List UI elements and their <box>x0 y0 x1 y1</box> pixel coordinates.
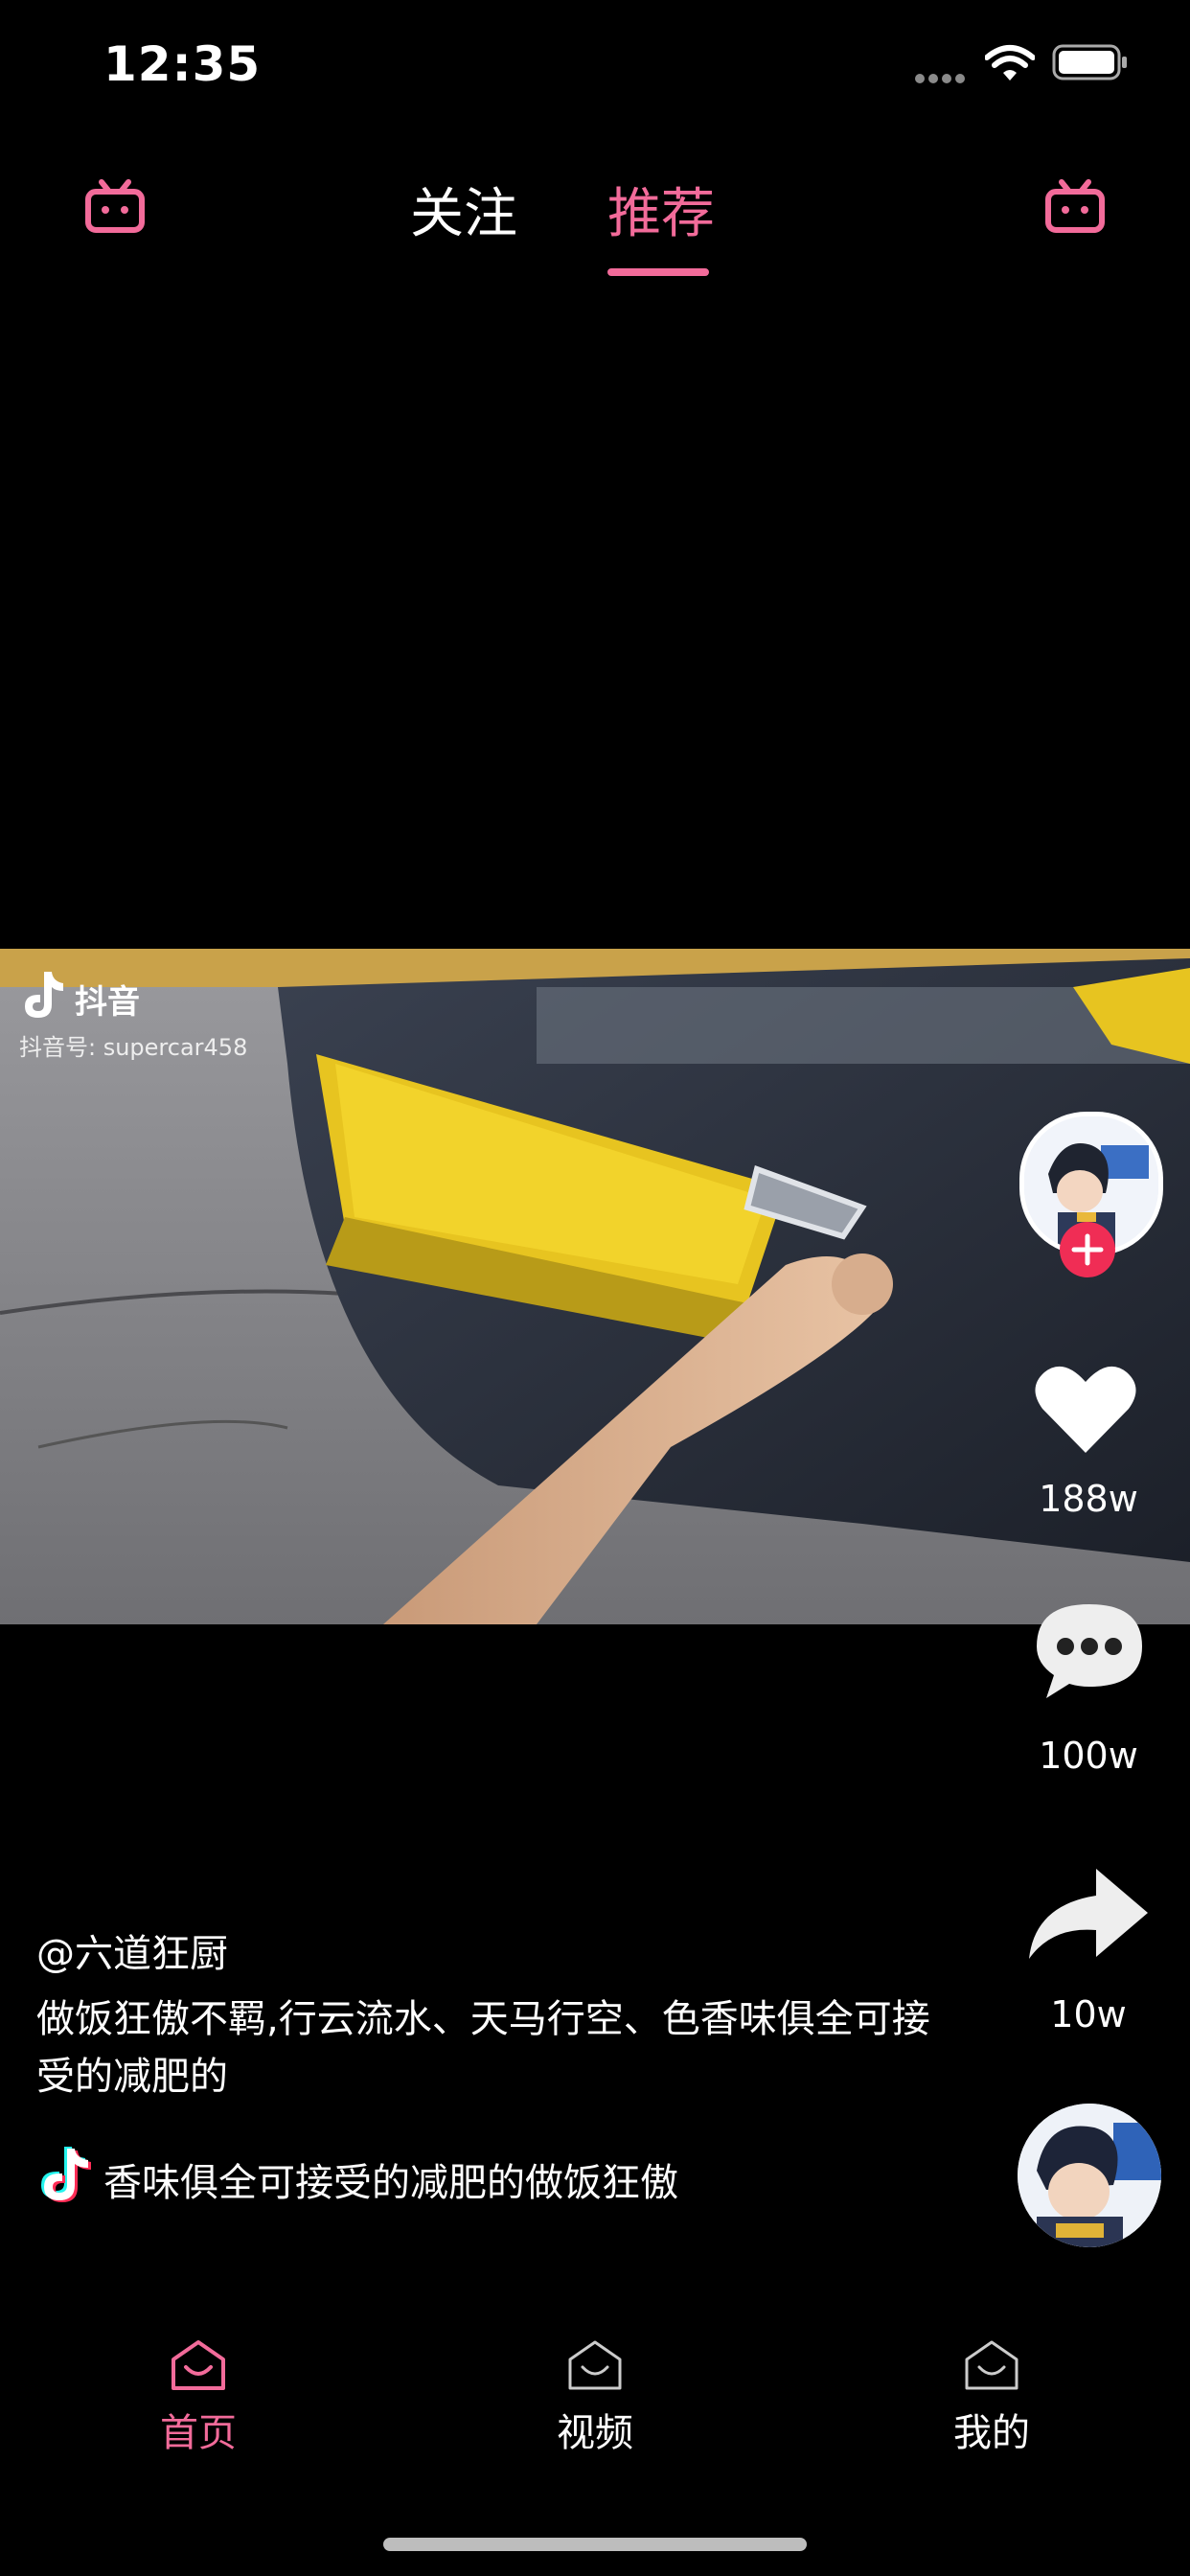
nav-home-label: 首页 <box>160 2411 237 2455</box>
cellular-signal-icon <box>915 69 973 83</box>
tab-follow[interactable]: 关注 <box>410 171 517 248</box>
share-arrow-icon[interactable] <box>1025 1867 1150 1963</box>
share-count: 10w <box>1050 1993 1127 2036</box>
like-heart-icon[interactable] <box>1033 1361 1138 1457</box>
wifi-icon <box>985 45 1035 80</box>
author-name[interactable]: @六道狂厨 <box>36 1922 228 1978</box>
profile-nav-icon <box>965 2340 1018 2390</box>
plus-icon <box>1071 1233 1104 1266</box>
nav-profile-label: 我的 <box>953 2411 1030 2455</box>
music-marquee[interactable]: 香味俱全可接受的减肥的做饭狂傲 <box>103 2151 678 2207</box>
douyin-logo-icon <box>25 972 63 1018</box>
music-note-icon <box>41 2147 91 2202</box>
music-disc-avatar[interactable] <box>1018 2104 1161 2247</box>
video-nav-icon <box>568 2340 622 2390</box>
tv-right-icon[interactable] <box>1044 178 1106 234</box>
music-disc-image <box>1018 2104 1161 2247</box>
post-description: 做饭狂傲不羁,行云流水、天马行空、色香味俱全可接受的减肥的 <box>36 1997 930 2099</box>
comment-bubble-icon[interactable] <box>1033 1598 1146 1702</box>
nav-video-label: 视频 <box>557 2411 633 2455</box>
comment-count: 100w <box>1039 1735 1138 1777</box>
battery-icon <box>1052 44 1127 80</box>
nav-profile[interactable]: 我的 <box>896 2338 1087 2457</box>
home-indicator[interactable] <box>383 2538 807 2551</box>
follow-plus-button[interactable] <box>1060 1222 1115 1277</box>
tab-recommend[interactable]: 推荐 <box>607 171 715 248</box>
home-icon <box>172 2340 225 2390</box>
video-watermark-id: 抖音号: supercar458 <box>19 1034 248 1061</box>
tab-active-indicator <box>607 268 709 276</box>
status-time: 12:35 <box>103 36 262 92</box>
tv-left-icon[interactable] <box>84 178 146 234</box>
like-count: 188w <box>1039 1478 1138 1520</box>
nav-home[interactable]: 首页 <box>103 2338 294 2457</box>
video-watermark-brand: 抖音 <box>75 983 140 1022</box>
nav-video[interactable]: 视频 <box>499 2338 691 2457</box>
